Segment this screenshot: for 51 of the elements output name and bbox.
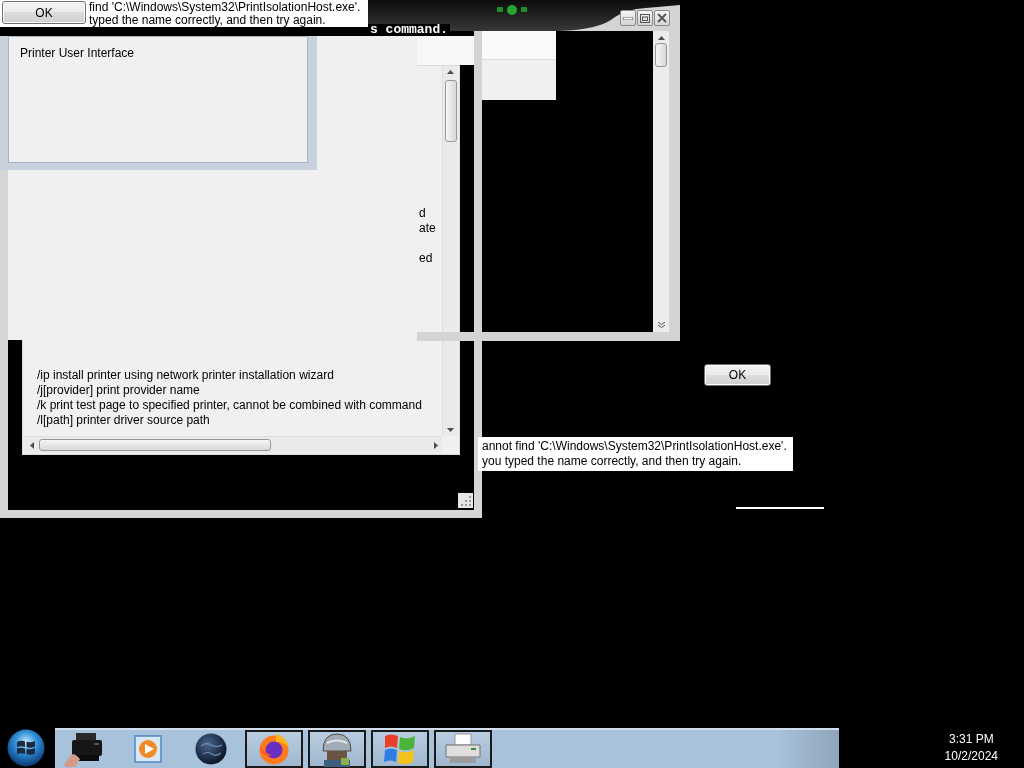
console-text: s command.: [368, 24, 450, 36]
scroll-down-icon[interactable]: [447, 428, 454, 432]
printer-icon: [443, 733, 483, 765]
globe-icon: [195, 733, 227, 765]
ok-button[interactable]: OK: [2, 1, 86, 24]
ok-button[interactable]: OK: [704, 364, 771, 386]
message-text: typed the name correctly, and then try again.: [89, 14, 326, 27]
play-icon: [134, 735, 162, 763]
scroll-right-icon[interactable]: [434, 441, 438, 449]
text-fragment: ed: [419, 251, 433, 266]
vertical-scrollbar[interactable]: [653, 31, 669, 332]
browser-icon: [258, 733, 290, 765]
indicator-light-icon: [497, 7, 503, 12]
scroll-thumb[interactable]: [655, 43, 667, 67]
start-button[interactable]: [6, 728, 46, 768]
taskbar-button[interactable]: [245, 730, 303, 768]
close-button[interactable]: [654, 10, 670, 26]
help-text-line: /j[provider] print provider name: [37, 383, 201, 398]
vertical-scrollbar[interactable]: [442, 66, 458, 436]
scroll-thumb[interactable]: [444, 80, 457, 142]
indicator-light-icon: [521, 7, 527, 12]
text-fragment: d: [419, 206, 426, 221]
helmet-icon: [319, 731, 355, 767]
orb-icon: [7, 729, 45, 767]
horizontal-scrollbar[interactable]: [24, 436, 442, 453]
taskbar-button[interactable]: [434, 730, 492, 768]
clock-date[interactable]: 10/2/2024: [944, 748, 998, 765]
help-text-line: /l[path] printer driver source path: [37, 413, 211, 428]
scroll-up-icon[interactable]: [447, 70, 454, 74]
maximize-button[interactable]: [637, 10, 653, 26]
text-fragment: ate: [419, 221, 436, 236]
close-icon: [657, 13, 667, 23]
maximize-icon: [640, 13, 650, 23]
indicator-light-icon: [507, 5, 517, 15]
minimize-button[interactable]: [620, 10, 636, 26]
flag-icon: [382, 732, 418, 766]
scroll-up-icon[interactable]: [657, 36, 665, 40]
help-text-line: /k print test page to specified printer, cannot be combined with command: [37, 398, 423, 413]
resize-grip-icon[interactable]: [458, 493, 473, 508]
message-text: you typed the name correctly, and then try again.: [482, 454, 742, 469]
taskbar-button[interactable]: [308, 730, 366, 768]
help-text-line: /ip install printer using network printer installation wizard: [37, 368, 335, 383]
message-text: annot find 'C:\Windows\System32\PrintIsolationHost.exe'.: [482, 439, 787, 454]
panel-label: Printer User Interface: [20, 46, 135, 60]
scroll-thumb[interactable]: [39, 439, 271, 451]
scroll-down-icon[interactable]: [657, 322, 665, 328]
message-text: find 'C:\Windows\System32\PrintIsolationHost.exe'.: [89, 1, 361, 14]
minimize-icon: [623, 16, 633, 20]
clock-time[interactable]: 3:31 PM: [948, 731, 994, 748]
taskbar-button[interactable]: [371, 730, 429, 768]
scroll-left-icon[interactable]: [30, 441, 34, 449]
